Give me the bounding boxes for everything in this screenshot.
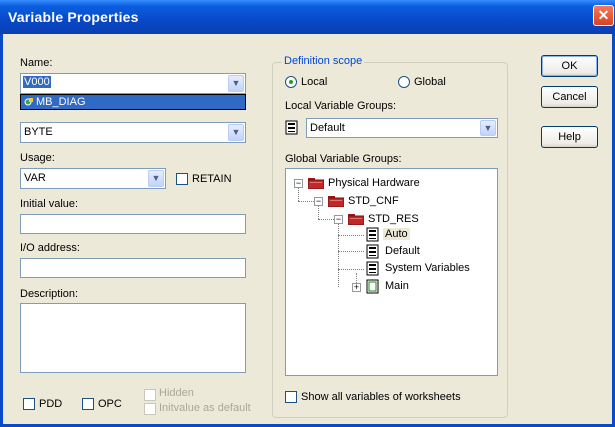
usage-value: VAR [24, 172, 46, 184]
show-all-label: Show all variables of worksheets [301, 391, 461, 403]
program-icon [366, 279, 379, 294]
global-groups-tree[interactable]: − Physical Hardware − STD_CNF − STD_RES … [285, 168, 498, 376]
chevron-down-icon[interactable]: ▼ [228, 124, 244, 141]
name-label: Name: [20, 57, 53, 69]
pdd-label: PDD [39, 398, 63, 410]
variable-icon [24, 97, 34, 107]
io-address-label: I/O address: [20, 242, 80, 254]
initvalue-default-label: Initvalue as default [159, 402, 251, 414]
tree-item-default[interactable]: Default [385, 245, 420, 257]
io-address-input[interactable] [20, 258, 246, 278]
global-radio[interactable] [398, 76, 410, 88]
chevron-down-icon[interactable]: ▼ [148, 170, 164, 187]
initial-value-label: Initial value: [20, 198, 79, 210]
local-groups-value: Default [310, 122, 345, 134]
window-title: Variable Properties [8, 9, 139, 25]
retain-label: RETAIN [192, 173, 232, 185]
tree-item-std-cnf[interactable]: STD_CNF [348, 195, 399, 207]
ok-button[interactable]: OK [541, 55, 598, 77]
datatype-value: BYTE [24, 126, 53, 138]
worksheet-stack-icon [285, 120, 298, 135]
worksheet-stack-icon [366, 244, 379, 259]
definition-scope-title: Definition scope [282, 55, 365, 67]
tree-item-physical-hardware[interactable]: Physical Hardware [328, 177, 420, 189]
tree-item-system-variables[interactable]: System Variables [385, 262, 470, 274]
tree-item-auto[interactable]: Auto [383, 228, 410, 240]
initial-value-input[interactable] [20, 214, 246, 234]
name-value: V000 [23, 76, 51, 88]
folder-red-icon [307, 177, 325, 190]
tree-item-std-res[interactable]: STD_RES [368, 213, 419, 225]
expand-toggle[interactable]: − [294, 179, 303, 188]
close-button[interactable]: ✕ [593, 5, 614, 26]
window-border-left [0, 34, 3, 427]
expand-toggle[interactable]: + [352, 283, 361, 292]
local-radio[interactable] [285, 76, 297, 88]
description-textarea[interactable] [20, 303, 246, 373]
worksheet-stack-icon [366, 227, 379, 242]
global-groups-label: Global Variable Groups: [285, 153, 402, 165]
usage-label: Usage: [20, 152, 55, 164]
worksheet-stack-icon [366, 261, 379, 276]
initvalue-default-checkbox[interactable] [144, 403, 156, 415]
hidden-label: Hidden [159, 387, 194, 399]
usage-combobox[interactable]: VAR ▼ [20, 168, 166, 189]
folder-red-icon [347, 213, 365, 226]
tree-item-main[interactable]: Main [385, 280, 409, 292]
opc-label: OPC [98, 398, 122, 410]
global-label: Global [414, 76, 446, 88]
folder-red-icon [327, 195, 345, 208]
description-label: Description: [20, 288, 79, 300]
datatype-combobox[interactable]: BYTE ▼ [20, 122, 246, 143]
pdd-checkbox[interactable] [23, 398, 35, 410]
local-label: Local [301, 76, 328, 88]
local-groups-combobox[interactable]: Default ▼ [306, 118, 498, 138]
name-combobox[interactable]: V000 ▼ [20, 73, 246, 94]
opc-checkbox[interactable] [82, 398, 94, 410]
expand-toggle[interactable]: − [314, 197, 323, 206]
dropdown-item-mb-diag[interactable]: MB_DIAG [36, 96, 86, 108]
show-all-checkbox[interactable] [285, 391, 297, 403]
expand-toggle[interactable]: − [334, 215, 343, 224]
chevron-down-icon[interactable]: ▼ [480, 120, 496, 136]
name-dropdown-list[interactable]: MB_DIAG [20, 94, 246, 110]
local-groups-label: Local Variable Groups: [285, 100, 397, 112]
cancel-button[interactable]: Cancel [541, 86, 598, 108]
close-icon: ✕ [597, 7, 610, 23]
chevron-down-icon[interactable]: ▼ [228, 75, 244, 92]
retain-checkbox[interactable] [176, 173, 188, 185]
hidden-checkbox[interactable] [144, 389, 156, 401]
help-button[interactable]: Help [541, 126, 598, 148]
